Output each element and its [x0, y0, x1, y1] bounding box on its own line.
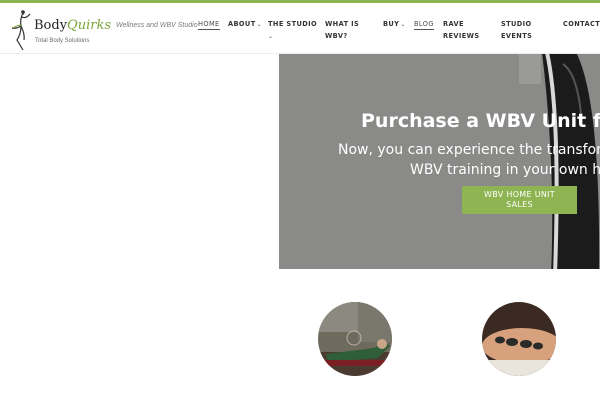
chevron-down-icon: ⌄ [256, 21, 263, 28]
studio-photo-vibration-plate[interactable] [318, 302, 392, 376]
nav-home[interactable]: HOME [198, 18, 220, 30]
hero-subtitle-line2: WBV training in your own ho [410, 162, 600, 178]
hero-title: Purchase a WBV Unit fo [361, 110, 600, 132]
logo-wordmark: BodyQuirks [34, 18, 111, 33]
hero-subtitle-line1: Now, you can experience the transform [338, 142, 600, 158]
photo-image [318, 302, 392, 376]
site-tagline: Wellness and WBV Studio [116, 22, 198, 29]
nav-the-studio[interactable]: THE STUDIO ⌄ [268, 18, 317, 43]
nav-contact[interactable]: CONTACT [563, 18, 600, 30]
site-logo[interactable]: BodyQuirks Total Body Solutions [10, 8, 111, 52]
chevron-down-icon: ⌄ [268, 33, 274, 40]
nav-about[interactable]: ABOUT⌄ [228, 18, 262, 31]
site-header: BodyQuirks Total Body Solutions Wellness… [0, 3, 600, 54]
nav-blog[interactable]: BLOG [414, 18, 434, 30]
nav-studio-events[interactable]: STUDIO EVENTS [501, 18, 532, 42]
nav-buy[interactable]: BUY⌄ [383, 18, 406, 31]
logo-tagline: Total Body Solutions [35, 38, 90, 44]
wbv-home-unit-sales-button[interactable]: WBV HOME UNIT SALES [462, 186, 577, 214]
chevron-down-icon: ⌄ [400, 21, 406, 28]
dancer-figure-icon [11, 10, 31, 51]
studio-photo-massage[interactable] [482, 302, 556, 376]
hero-banner: Purchase a WBV Unit fo Now, you can expe… [279, 54, 600, 269]
nav-rave-reviews[interactable]: RAVE REVIEWS [443, 18, 479, 42]
photo-image [482, 302, 556, 376]
nav-what-is-wbv[interactable]: WHAT IS WBV? [325, 18, 359, 42]
